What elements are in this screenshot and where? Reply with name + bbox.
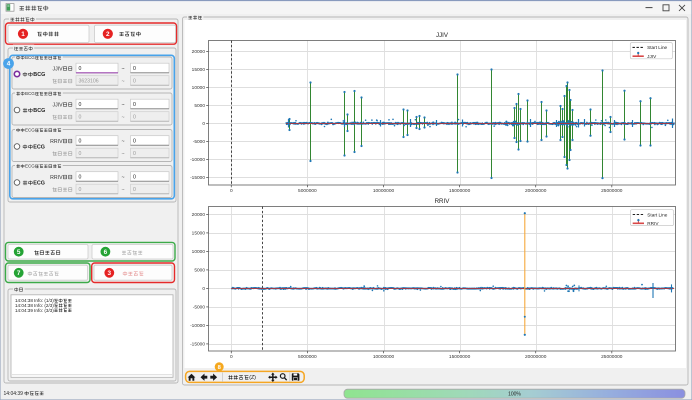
svg-text:-15000: -15000 — [190, 342, 205, 348]
svg-text:-15000: -15000 — [190, 175, 205, 181]
svg-text:(Z): (Z) — [249, 375, 256, 381]
svg-text:0: 0 — [230, 188, 233, 194]
svg-text:14:04:39: 14:04:39 — [4, 391, 24, 397]
svg-text:6: 6 — [104, 249, 108, 256]
svg-text:3: 3 — [108, 270, 112, 277]
svg-text:10000: 10000 — [192, 85, 206, 91]
svg-text:ECG: ECG — [33, 181, 45, 187]
svg-text:2: 2 — [106, 31, 110, 38]
svg-text:BCG: BCG — [33, 108, 45, 114]
svg-text:0: 0 — [79, 102, 82, 108]
svg-text:5: 5 — [17, 249, 21, 256]
svg-text:BCG: BCG — [25, 91, 35, 96]
svg-text:~: ~ — [122, 187, 125, 193]
svg-text:0: 0 — [79, 187, 82, 193]
svg-text:10000000: 10000000 — [373, 188, 395, 194]
svg-text:0: 0 — [133, 175, 136, 181]
svg-text:-10000: -10000 — [190, 157, 205, 163]
svg-text:-5000: -5000 — [193, 305, 206, 311]
svg-text:0: 0 — [79, 139, 82, 145]
svg-text:5000: 5000 — [194, 103, 205, 109]
svg-text:5000000: 5000000 — [298, 188, 317, 194]
svg-text:ECG: ECG — [33, 145, 45, 151]
svg-text:0: 0 — [133, 79, 136, 85]
svg-text:0: 0 — [133, 187, 136, 193]
svg-text:ECG: ECG — [25, 128, 35, 133]
svg-text:20000000: 20000000 — [525, 354, 547, 360]
svg-text:0: 0 — [79, 151, 82, 157]
svg-text:15000: 15000 — [192, 231, 206, 237]
svg-text:0: 0 — [133, 151, 136, 157]
svg-text:15000: 15000 — [192, 67, 206, 73]
svg-text:~: ~ — [122, 66, 125, 72]
svg-text:-5000: -5000 — [193, 139, 206, 145]
svg-text:0: 0 — [79, 115, 82, 121]
svg-text:~: ~ — [122, 79, 125, 85]
svg-text:0: 0 — [133, 115, 136, 121]
svg-text:0: 0 — [79, 175, 82, 181]
svg-text:5000: 5000 — [194, 268, 205, 274]
svg-text:15000000: 15000000 — [449, 354, 471, 360]
svg-text:0: 0 — [230, 354, 233, 360]
svg-text:20000: 20000 — [192, 212, 206, 218]
svg-text:10000: 10000 — [192, 249, 206, 255]
svg-text:RRIV: RRIV — [647, 221, 659, 226]
svg-text:0: 0 — [79, 66, 82, 72]
svg-text:~: ~ — [122, 102, 125, 108]
svg-text:0: 0 — [202, 286, 205, 292]
svg-text:4: 4 — [7, 61, 11, 68]
svg-text:14:04:39 Info: (3/3): 14:04:39 Info: (3/3) — [15, 308, 54, 313]
svg-text:~: ~ — [122, 115, 125, 121]
svg-text:15000000: 15000000 — [449, 188, 471, 194]
svg-text:0: 0 — [133, 139, 136, 145]
svg-text:0: 0 — [133, 66, 136, 72]
svg-text:BCG: BCG — [33, 72, 45, 78]
svg-text:JJIV: JJIV — [52, 102, 63, 108]
svg-text:RRIV: RRIV — [50, 175, 63, 181]
svg-text:0: 0 — [202, 121, 205, 127]
svg-text:Start Line: Start Line — [647, 45, 667, 50]
svg-text:RRIV: RRIV — [50, 139, 63, 145]
svg-text:1: 1 — [21, 31, 25, 38]
svg-text:10000000: 10000000 — [373, 354, 395, 360]
svg-text:RRIV: RRIV — [435, 198, 451, 205]
svg-text:100%: 100% — [508, 391, 521, 397]
svg-text:Start Line: Start Line — [647, 212, 667, 217]
svg-text:25000000: 25000000 — [601, 354, 623, 360]
svg-text:3623106: 3623106 — [79, 79, 99, 85]
svg-text:5000000: 5000000 — [298, 354, 317, 360]
svg-text:JJIV: JJIV — [436, 32, 449, 39]
svg-text:0: 0 — [133, 102, 136, 108]
svg-text:JJIV: JJIV — [647, 54, 657, 59]
svg-text:JJIV: JJIV — [52, 66, 63, 72]
svg-text:25000000: 25000000 — [601, 188, 623, 194]
svg-text:~: ~ — [122, 151, 125, 157]
svg-text:7: 7 — [17, 270, 21, 277]
svg-text:~: ~ — [122, 139, 125, 145]
svg-text:20000000: 20000000 — [525, 188, 547, 194]
svg-text:~: ~ — [122, 175, 125, 181]
svg-text:ECG: ECG — [25, 164, 35, 169]
svg-text:20000: 20000 — [192, 49, 206, 55]
svg-text:-10000: -10000 — [190, 323, 205, 329]
